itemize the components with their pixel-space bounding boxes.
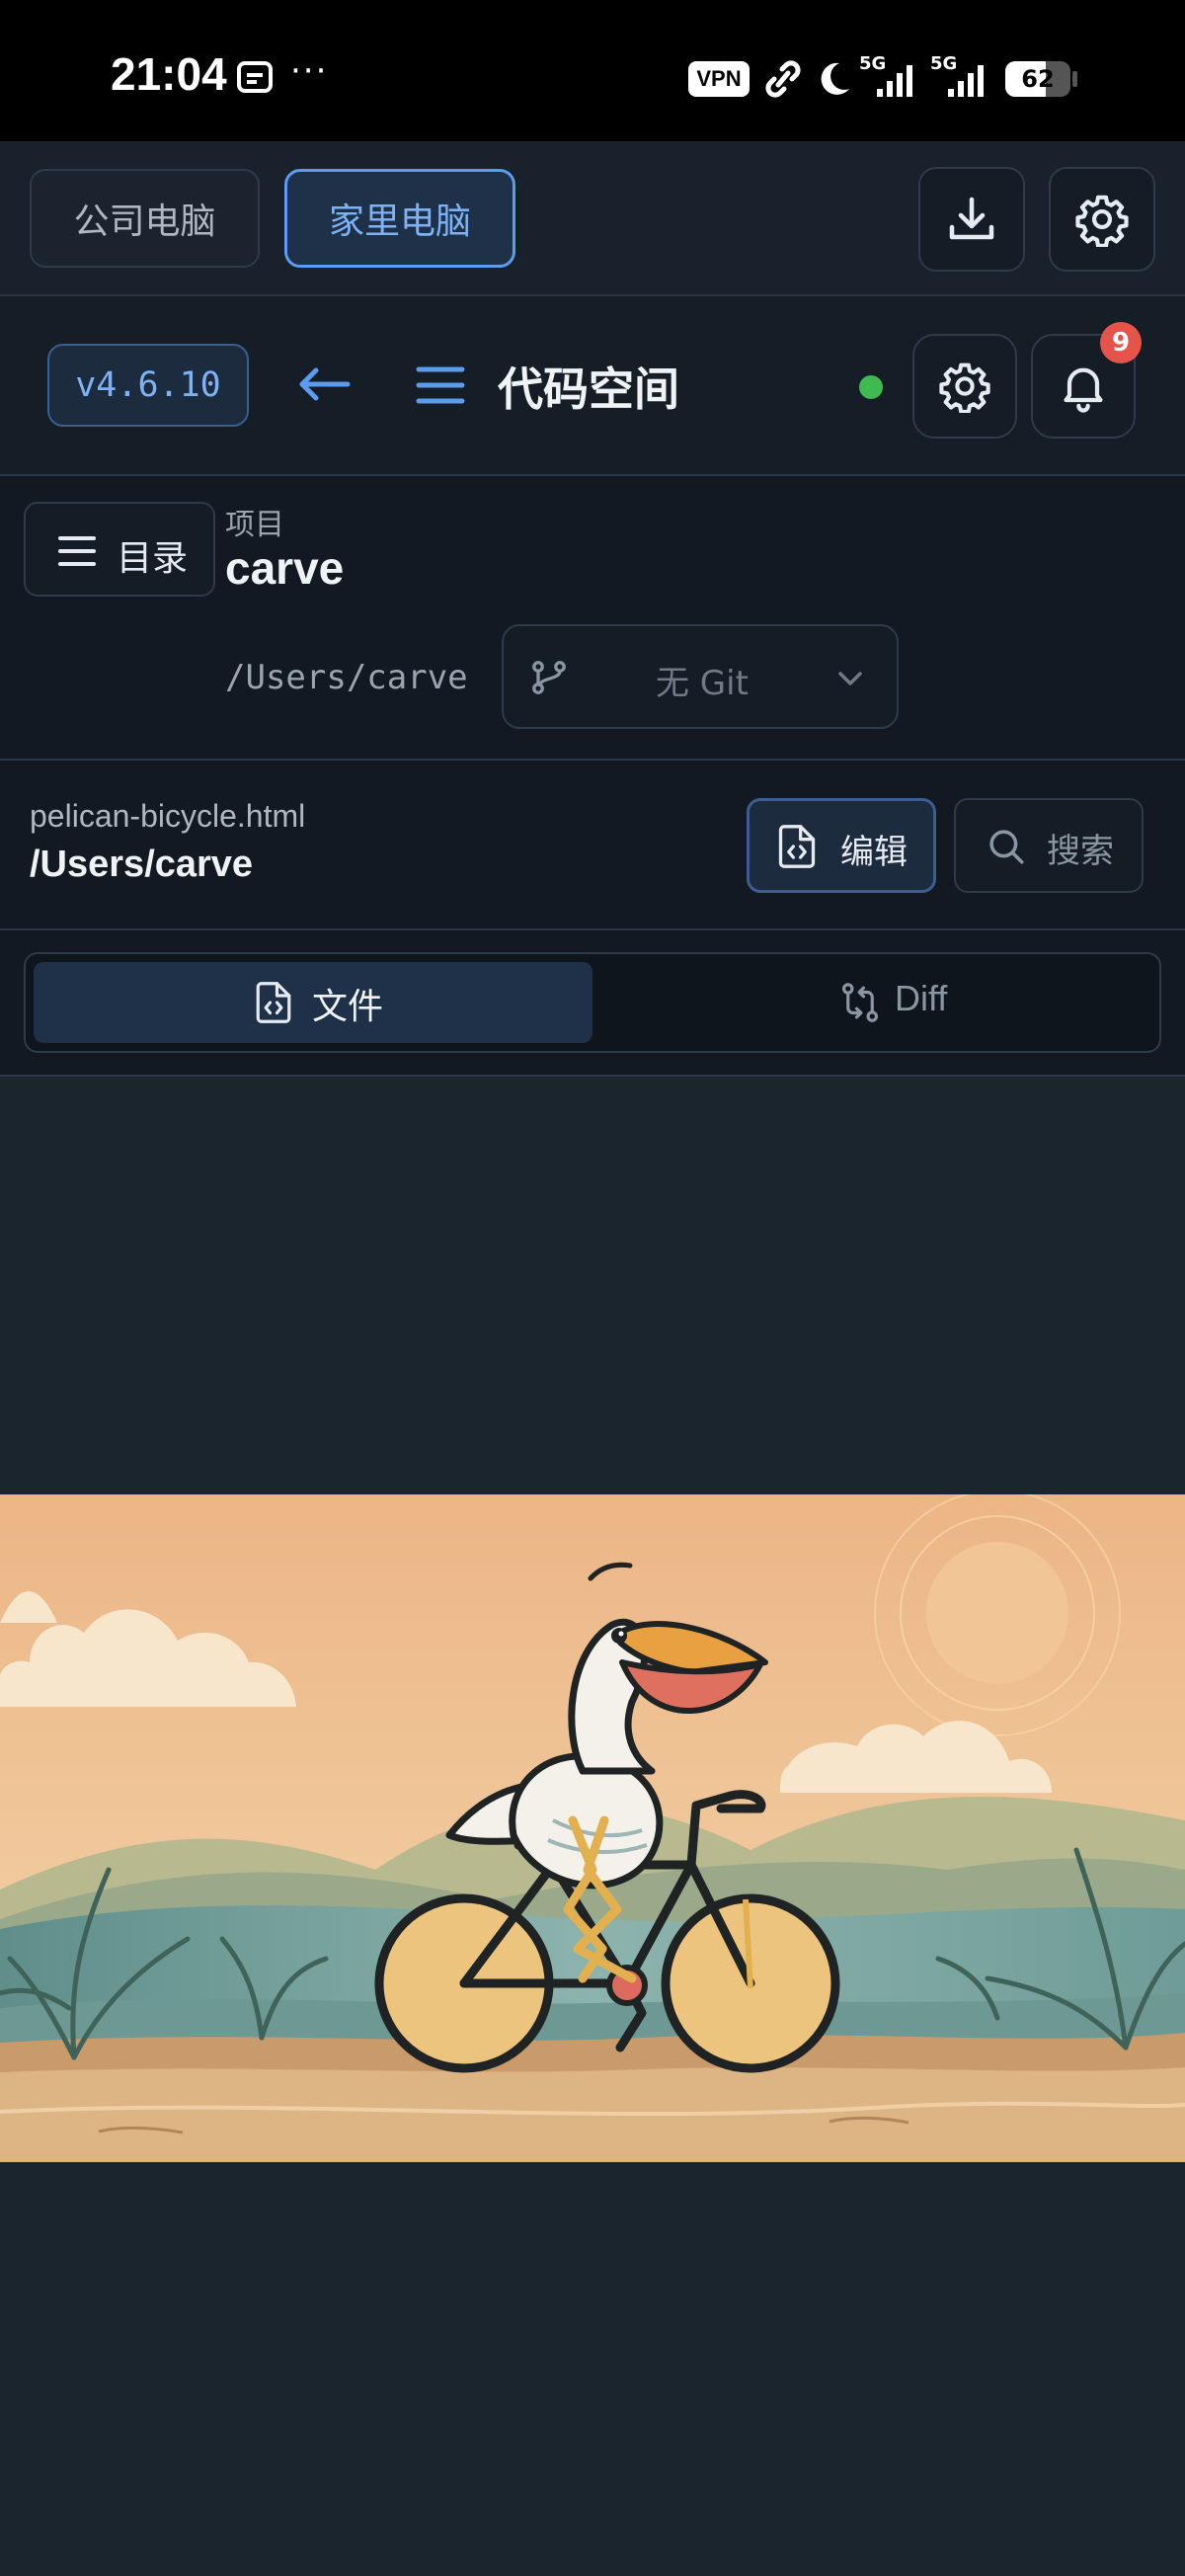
- dnd-moon-icon: [821, 62, 849, 95]
- workspace-settings-button[interactable]: [912, 334, 1017, 439]
- tab-diff[interactable]: Diff: [594, 962, 1153, 1043]
- gear-icon: [1075, 195, 1129, 247]
- connection-status-dot: [859, 375, 883, 399]
- view-tabs: 文件 Diff: [24, 952, 1161, 1053]
- status-bar: 21:04 ··· VPN 5G 5G 62: [0, 0, 1185, 141]
- machine-bar: 公司电脑 家里电脑: [0, 141, 1185, 296]
- status-more: ···: [290, 51, 329, 91]
- git-branch-icon: [532, 661, 566, 694]
- pelican-bicycle-illustration: [0, 1494, 1185, 2162]
- project-panel: 目录 项目 carve /Users/carve 无 Git: [0, 476, 1185, 761]
- tab-diff-label: Diff: [895, 978, 948, 1018]
- view-tabs-bar: 文件 Diff: [0, 930, 1185, 1077]
- link-icon: [765, 60, 801, 98]
- tab-file-label: 文件: [312, 987, 384, 1027]
- page-title: 代码空间: [498, 362, 679, 416]
- message-icon: [237, 61, 273, 93]
- notification-count-badge: 9: [1100, 322, 1142, 363]
- chevron-down-icon: [838, 672, 862, 685]
- vpn-badge: VPN: [688, 61, 750, 97]
- git-status-label: 无 Git: [656, 664, 749, 703]
- edit-button[interactable]: 编辑: [747, 798, 936, 893]
- download-icon: [949, 197, 994, 240]
- project-name: carve: [225, 542, 345, 594]
- bell-icon: [1064, 367, 1103, 413]
- file-info-bar: pelican-bicycle.html /Users/carve 编辑 搜索: [0, 761, 1185, 930]
- version-badge: v4.6.10: [47, 344, 249, 427]
- status-time: 21:04: [111, 48, 227, 100]
- file-preview: [0, 1077, 1185, 2576]
- gear-icon: [939, 362, 990, 413]
- tab-company-pc[interactable]: 公司电脑: [30, 169, 260, 268]
- workspace-header: v4.6.10 代码空间 9: [0, 296, 1185, 476]
- battery-icon: 62: [1005, 61, 1070, 97]
- project-path: /Users/carve: [225, 658, 468, 697]
- file-path: /Users/carve: [30, 844, 254, 885]
- file-code-icon: [778, 825, 816, 868]
- search-label: 搜索: [1047, 832, 1114, 871]
- file-name: pelican-bicycle.html: [30, 798, 306, 834]
- edit-label: 编辑: [840, 833, 908, 872]
- project-section-label: 项目: [225, 508, 284, 542]
- file-code-icon: [256, 982, 291, 1023]
- search-icon: [989, 830, 1024, 864]
- list-menu-icon: [58, 536, 96, 566]
- back-arrow-icon[interactable]: [294, 360, 354, 409]
- directory-button[interactable]: 目录: [24, 502, 215, 597]
- search-button[interactable]: 搜索: [954, 798, 1144, 893]
- git-compare-icon: [841, 983, 879, 1022]
- directory-label: 目录: [117, 538, 189, 579]
- global-settings-button[interactable]: [1049, 167, 1155, 272]
- menu-hamburger-icon[interactable]: [413, 358, 468, 413]
- tab-home-pc[interactable]: 家里电脑: [284, 169, 515, 268]
- signal-icon-2: [948, 65, 984, 97]
- git-branch-select[interactable]: 无 Git: [502, 624, 899, 729]
- tab-file[interactable]: 文件: [34, 962, 592, 1043]
- download-button[interactable]: [918, 167, 1025, 272]
- battery-level: 62: [1021, 65, 1055, 93]
- signal-icon-1: [877, 65, 912, 97]
